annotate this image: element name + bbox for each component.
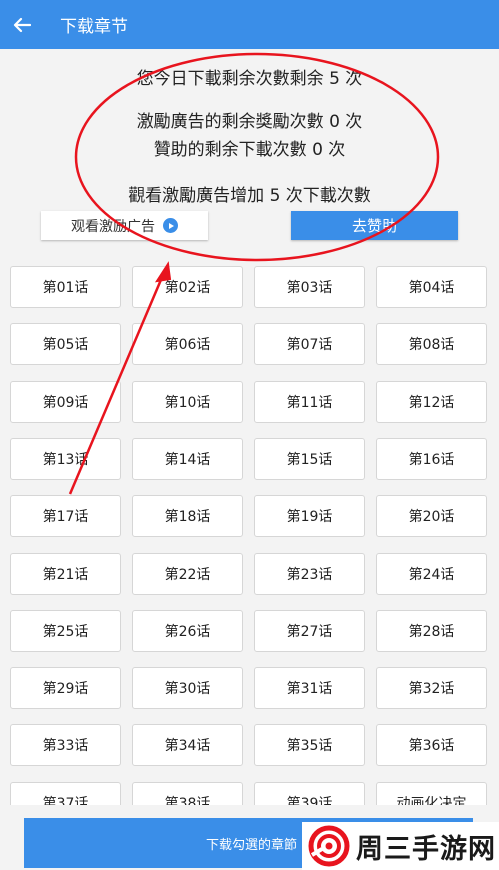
- remaining-downloads-text: 您今日下載剩余次數剩余 5 次: [136, 69, 363, 89]
- watch-ad-label: 观看激励广告: [71, 218, 155, 235]
- chapter-cell[interactable]: 第23话: [254, 553, 365, 595]
- chapter-cell[interactable]: 第31话: [254, 667, 365, 709]
- download-selected-label: 下载勾選的章節: [206, 837, 298, 853]
- chapter-cell[interactable]: 第18话: [132, 495, 243, 537]
- chapter-cell[interactable]: 第12话: [376, 381, 487, 423]
- chapter-cell[interactable]: 第39话: [254, 782, 365, 805]
- chapter-cell[interactable]: 第37话: [10, 782, 121, 805]
- chapter-cell[interactable]: 第25话: [10, 610, 121, 652]
- chapter-cell[interactable]: 第05话: [10, 323, 121, 365]
- sponsor-button[interactable]: 去赞助: [291, 211, 458, 240]
- remaining-ad-rewards-text: 激勵廣告的剩余獎勵次數 0 次: [136, 112, 363, 132]
- watch-ad-button[interactable]: 观看激励广告: [41, 211, 208, 240]
- chapter-cell[interactable]: 第15话: [254, 438, 365, 480]
- app-bar: 下载章节: [0, 0, 499, 49]
- remaining-sponsor-downloads-text: 贊助的剩余下載次數 0 次: [153, 140, 346, 160]
- chapter-cell[interactable]: 第19话: [254, 495, 365, 537]
- chapter-cell[interactable]: 第33话: [10, 724, 121, 766]
- chapter-cell[interactable]: 第02话: [132, 266, 243, 308]
- chapter-cell[interactable]: 第28话: [376, 610, 487, 652]
- chapter-cell[interactable]: 第32话: [376, 667, 487, 709]
- chapter-cell[interactable]: 第26话: [132, 610, 243, 652]
- chapter-grid: 第01话 第02话 第03话 第04话第05话 第06话 第07话 第08话第09话 第10话…: [0, 266, 499, 805]
- chapter-cell[interactable]: 第14话: [132, 438, 243, 480]
- chapter-cell[interactable]: 第22话: [132, 553, 243, 595]
- watermark: 周三手游网: [302, 822, 499, 870]
- chapter-cell[interactable]: 第03话: [254, 266, 365, 308]
- chapter-cell[interactable]: 第17话: [10, 495, 121, 537]
- back-button[interactable]: [0, 0, 44, 49]
- play-icon: [163, 218, 178, 233]
- chapter-cell[interactable]: 第24话: [376, 553, 487, 595]
- chapter-cell[interactable]: 第30话: [132, 667, 243, 709]
- chapter-cell[interactable]: 第21话: [10, 553, 121, 595]
- chapter-cell[interactable]: 第08话: [376, 323, 487, 365]
- chapter-cell[interactable]: 第35话: [254, 724, 365, 766]
- chapter-cell[interactable]: 第16话: [376, 438, 487, 480]
- chapter-cell[interactable]: 第04话: [376, 266, 487, 308]
- chapter-cell[interactable]: 第36话: [376, 724, 487, 766]
- chapter-cell[interactable]: 第09话: [10, 381, 121, 423]
- watermark-logo-icon: [308, 825, 350, 867]
- chapter-cell[interactable]: 第27话: [254, 610, 365, 652]
- chapter-cell[interactable]: 第20话: [376, 495, 487, 537]
- watch-ad-hint-text: 觀看激勵廣告增加 5 次下載次數: [128, 186, 371, 206]
- chapter-cell[interactable]: 第11话: [254, 381, 365, 423]
- page-title: 下载章节: [60, 17, 128, 37]
- chapter-cell[interactable]: 第01话: [10, 266, 121, 308]
- chapter-cell[interactable]: 第29话: [10, 667, 121, 709]
- chapter-cell[interactable]: 第34话: [132, 724, 243, 766]
- watermark-text: 周三手游网: [356, 833, 496, 865]
- chapter-cell[interactable]: 第07话: [254, 323, 365, 365]
- chapter-cell[interactable]: 第38话: [132, 782, 243, 805]
- chapter-cell[interactable]: 第10话: [132, 381, 243, 423]
- chapter-cell[interactable]: 第13话: [10, 438, 121, 480]
- chapter-cell[interactable]: 动画化决定: [376, 782, 487, 805]
- chapter-cell[interactable]: 第06话: [132, 323, 243, 365]
- arrow-left-icon: [13, 17, 31, 32]
